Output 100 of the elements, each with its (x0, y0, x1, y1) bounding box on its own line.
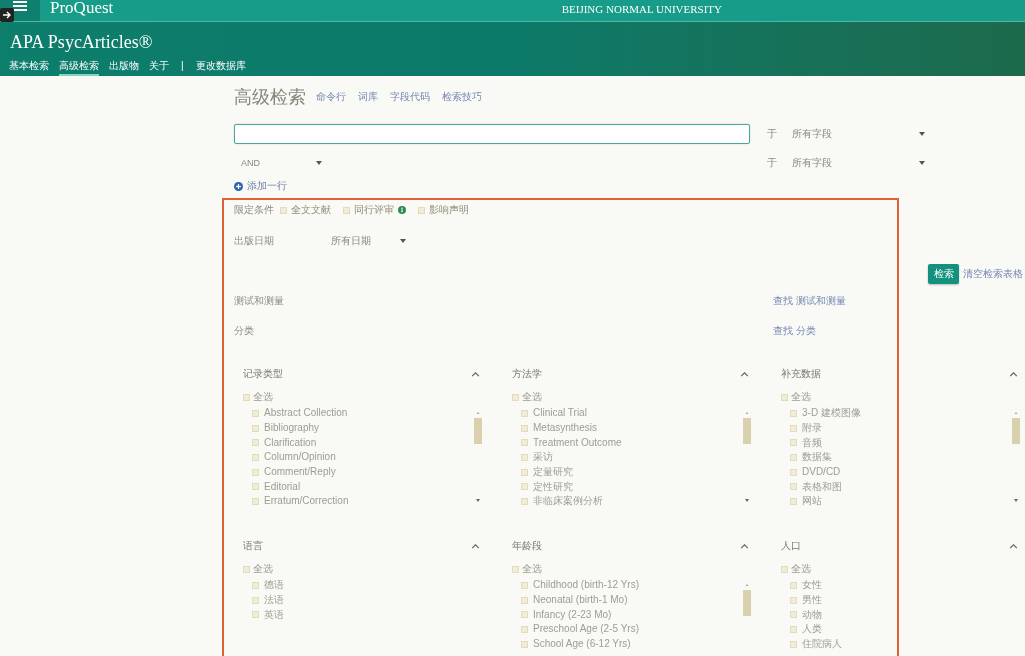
facet-option-label: 德语 (264, 580, 284, 591)
help-link[interactable]: 检索技巧 (442, 92, 482, 102)
nav-divider: | (180, 60, 185, 72)
facet-option-label: 附录 (802, 423, 822, 434)
checkbox[interactable] (521, 625, 528, 633)
chevron-up-icon[interactable] (471, 543, 480, 549)
date-select[interactable]: 所有日期 (331, 234, 406, 248)
facet-option-label: School Age (6-12 Yrs) (533, 639, 631, 650)
checkbox[interactable] (781, 565, 788, 573)
info-icon[interactable] (398, 206, 406, 214)
checkbox[interactable] (790, 640, 797, 648)
menu-icon[interactable] (13, 1, 27, 11)
facet-title: 方法学 (512, 369, 542, 379)
checkbox[interactable] (252, 468, 259, 476)
facet-title: 语言 (243, 541, 263, 551)
checkbox[interactable] (521, 483, 528, 491)
chevron-up-icon[interactable] (1009, 543, 1018, 549)
checkbox[interactable] (252, 409, 259, 417)
checkbox[interactable] (252, 611, 259, 619)
checkbox[interactable] (252, 483, 259, 491)
help-link[interactable]: 字段代码 (390, 92, 430, 102)
search-input[interactable] (234, 124, 750, 144)
lookup-link[interactable]: 查找 测试和测量 (773, 296, 846, 306)
dropdown-caret-icon (919, 132, 925, 136)
checkbox[interactable] (521, 640, 528, 648)
facet-option-label: 数据集 (802, 452, 832, 463)
nav-tab[interactable]: 关于 (149, 60, 169, 76)
checkbox[interactable] (790, 468, 797, 476)
search-button[interactable]: 检索 (928, 264, 959, 284)
arrow-right-icon[interactable] (0, 8, 14, 22)
checkbox[interactable] (343, 206, 350, 214)
checkbox[interactable] (790, 439, 797, 447)
checkbox[interactable] (521, 611, 528, 619)
add-row-link[interactable]: 添加一行 (234, 178, 287, 194)
checkbox[interactable] (521, 409, 528, 417)
facet-option-label: Metasynthesis (533, 423, 597, 434)
institution-name: BEIJING NORMAL UNIVERSITY (561, 4, 722, 17)
checkbox[interactable] (790, 497, 797, 505)
checkbox[interactable] (252, 424, 259, 432)
chevron-up-icon[interactable] (740, 371, 749, 377)
select-all-label: 全选 (253, 392, 273, 402)
facet-option-label: 音频 (802, 437, 822, 448)
checkbox[interactable] (790, 453, 797, 461)
checkbox[interactable] (521, 596, 528, 604)
change-database-link[interactable]: 更改数据库 (195, 60, 246, 72)
date-label: 出版日期 (234, 236, 274, 246)
checkbox[interactable] (521, 453, 528, 461)
facet-title: 人口 (781, 541, 801, 551)
checkbox[interactable] (252, 453, 259, 461)
nav-tab[interactable]: 出版物 (109, 60, 139, 76)
clear-form-link[interactable]: 清空检索表格 (963, 269, 1023, 279)
checkbox[interactable] (790, 611, 797, 619)
checkbox[interactable] (243, 565, 250, 573)
chevron-up-icon[interactable] (471, 371, 480, 377)
checkbox[interactable] (521, 439, 528, 447)
checkbox[interactable] (512, 565, 519, 573)
facet-option-label: DVD/CD (802, 467, 841, 478)
checkbox[interactable] (280, 206, 287, 214)
checkbox[interactable] (418, 206, 425, 214)
proquest-logo[interactable]: ProQuest (50, 0, 114, 21)
help-link[interactable]: 命令行 (316, 92, 346, 102)
checkbox[interactable] (252, 497, 259, 505)
checkbox[interactable] (521, 468, 528, 476)
facet-option-label: 人类 (802, 624, 822, 635)
field-select[interactable]: 所有字段 (792, 126, 925, 142)
checkbox[interactable] (790, 424, 797, 432)
dropdown-caret-icon (400, 239, 406, 243)
field-select[interactable]: 所有字段 (792, 155, 925, 171)
checkbox[interactable] (243, 393, 250, 401)
dropdown-caret-icon (316, 161, 322, 165)
checkbox[interactable] (521, 497, 528, 505)
plus-circle-icon (234, 181, 243, 191)
lookup-link[interactable]: 查找 分类 (773, 326, 816, 336)
chevron-up-icon[interactable] (740, 543, 749, 549)
checkbox[interactable] (790, 409, 797, 417)
chevron-up-icon[interactable] (1009, 371, 1018, 377)
facet-option-label: Erratum/Correction (264, 496, 349, 507)
help-link[interactable]: 词库 (358, 92, 378, 102)
checkbox[interactable] (252, 581, 259, 589)
checkbox[interactable] (781, 393, 788, 401)
operator-select[interactable]: AND (241, 155, 322, 171)
nav-tab[interactable]: 高级检索 (59, 60, 99, 76)
checkbox[interactable] (790, 625, 797, 633)
facet-option-label: Abstract Collection (264, 408, 348, 419)
checkbox[interactable] (790, 581, 797, 589)
facet-option-label: 网站 (802, 496, 822, 507)
facet-option-label: Editorial (264, 481, 301, 492)
checkbox[interactable] (790, 596, 797, 604)
field-preposition: 于 (767, 129, 777, 139)
facet-option-label: 3-D 建模图像 (802, 408, 861, 419)
checkbox[interactable] (521, 581, 528, 589)
checkbox[interactable] (790, 483, 797, 491)
checkbox[interactable] (512, 393, 519, 401)
checkbox[interactable] (521, 424, 528, 432)
checkbox[interactable] (252, 596, 259, 604)
dropdown-caret-icon (919, 161, 925, 165)
facet-option-label: 男性 (802, 595, 822, 606)
checkbox[interactable] (252, 439, 259, 447)
facet-option-label: Comment/Reply (264, 467, 336, 478)
nav-tab[interactable]: 基本检索 (9, 60, 49, 76)
